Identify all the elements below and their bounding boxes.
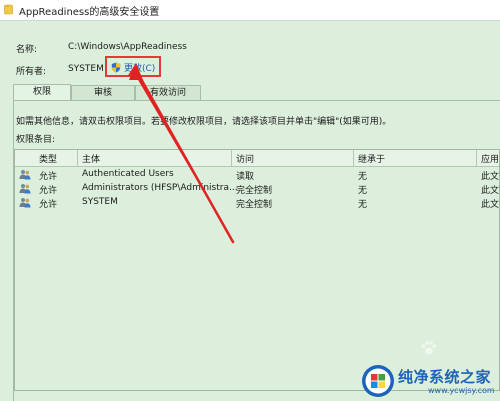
window-title: AppReadiness的高级安全设置 [19, 7, 160, 18]
table-header: 类型 主体 访问 继承于 应用于 [15, 150, 499, 167]
paw-print-icon [421, 341, 437, 355]
column-header-inherited-from[interactable]: 继承于 [358, 152, 385, 165]
change-owner-link[interactable]: 更改(C) [111, 61, 155, 74]
column-header-access[interactable]: 访问 [236, 152, 254, 165]
uac-shield-icon [111, 62, 121, 73]
title-bar: AppReadiness的高级安全设置 [0, 0, 500, 21]
column-divider[interactable] [231, 150, 232, 166]
cell-applies-to: 此文件夹 [481, 172, 500, 182]
cell-principal: Authenticated Users [82, 169, 174, 179]
column-header-type[interactable]: 类型 [39, 152, 57, 165]
tab-effective-access-label: 有效访问 [149, 88, 186, 98]
tab-permissions-label: 权限 [32, 87, 51, 97]
cell-type: 允许 [39, 186, 58, 196]
cell-access: 完全控制 [236, 186, 273, 196]
column-divider[interactable] [77, 150, 78, 166]
cell-inherited-from: 无 [358, 200, 368, 210]
name-label: 名称: [16, 45, 38, 55]
watermark-logo-icon [362, 365, 394, 397]
users-icon [19, 170, 31, 180]
cell-access: 完全控制 [236, 200, 273, 210]
tab-auditing-label: 审核 [93, 88, 112, 98]
cell-principal: SYSTEM [82, 197, 118, 207]
users-icon [19, 198, 31, 208]
table-row[interactable]: 允许 Authenticated Users 读取 无 此文件夹 [15, 168, 500, 182]
cell-type: 允许 [39, 200, 58, 210]
users-icon [19, 184, 31, 194]
owner-label: 所有者: [16, 67, 47, 77]
name-value: C:\Windows\AppReadiness [68, 42, 187, 52]
column-divider[interactable] [353, 150, 354, 166]
watermark-title: 纯净系统之家 [398, 368, 492, 386]
table-row[interactable]: 允许 SYSTEM 完全控制 无 此文件夹 [15, 196, 500, 210]
cell-applies-to: 此文件夹 [481, 186, 500, 196]
column-header-applies-to[interactable]: 应用于 [481, 152, 499, 165]
site-watermark: 纯净系统之家 www.ycwjsy.com [360, 361, 500, 401]
table-row[interactable]: 允许 Administrators (HFSP\Administra... 完全… [15, 182, 500, 196]
cell-inherited-from: 无 [358, 186, 368, 196]
tab-permissions[interactable]: 权限 [13, 84, 71, 101]
folder-icon [4, 4, 13, 15]
change-link-label: 更改(C) [124, 64, 156, 74]
column-divider[interactable] [476, 150, 477, 166]
cell-type: 允许 [39, 172, 58, 182]
watermark-url: www.ycwjsy.com [428, 386, 495, 395]
owner-value: SYSTEM [68, 64, 104, 74]
instruction-text: 如需其他信息，请双击权限项目。若要修改权限项目，请选择该项目并单击"编辑"(如果… [16, 117, 392, 127]
column-header-principal[interactable]: 主体 [82, 152, 100, 165]
tab-auditing[interactable]: 审核 [71, 85, 135, 100]
cell-applies-to: 此文件夹 [481, 200, 500, 210]
cell-inherited-from: 无 [358, 172, 368, 182]
cell-access: 读取 [236, 172, 255, 182]
tab-effective-access[interactable]: 有效访问 [135, 85, 201, 100]
cell-principal: Administrators (HFSP\Administra... [82, 183, 238, 193]
entries-label: 权限条目: [16, 135, 56, 145]
